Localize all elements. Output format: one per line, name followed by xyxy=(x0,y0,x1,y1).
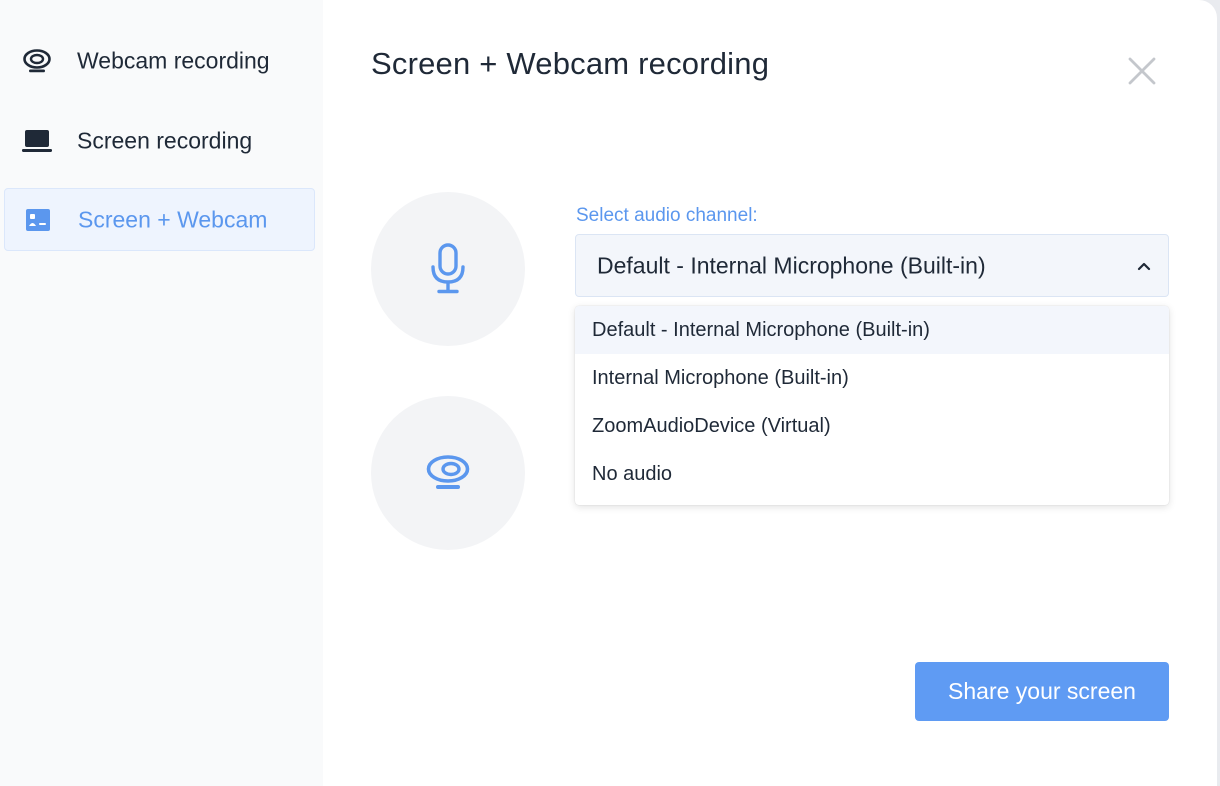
share-screen-button[interactable]: Share your screen xyxy=(915,662,1169,721)
audio-option-no-audio[interactable]: No audio xyxy=(575,450,1169,498)
laptop-icon xyxy=(21,125,53,157)
close-icon xyxy=(1128,57,1156,85)
audio-channel-label: Select audio channel: xyxy=(576,205,758,226)
audio-option-default-internal-mic[interactable]: Default - Internal Microphone (Built-in) xyxy=(575,306,1169,354)
chevron-up-icon xyxy=(1137,262,1151,270)
sidebar-item-webcam-recording[interactable]: Webcam recording xyxy=(4,29,315,92)
sidebar: Webcam recording Screen recording Screen… xyxy=(0,0,323,786)
close-button[interactable] xyxy=(1124,53,1160,89)
sidebar-item-label: Screen recording xyxy=(77,127,253,153)
microphone-indicator xyxy=(371,192,525,346)
audio-channel-dropdown: Default - Internal Microphone (Built-in)… xyxy=(575,306,1169,505)
webcam-indicator xyxy=(371,396,525,550)
recording-modal: Webcam recording Screen recording Screen… xyxy=(0,0,1217,786)
sidebar-item-screen-recording[interactable]: Screen recording xyxy=(4,109,315,172)
sidebar-item-screen-webcam[interactable]: Screen + Webcam xyxy=(4,188,315,251)
microphone-icon xyxy=(431,243,465,294)
audio-option-internal-mic[interactable]: Internal Microphone (Built-in) xyxy=(575,354,1169,402)
sidebar-item-label: Screen + Webcam xyxy=(78,206,268,232)
audio-channel-select[interactable]: Default - Internal Microphone (Built-in) xyxy=(575,234,1169,297)
screen-webcam-icon xyxy=(22,204,54,236)
audio-option-zoom-audio-device[interactable]: ZoomAudioDevice (Virtual) xyxy=(575,402,1169,450)
webcam-icon xyxy=(21,45,53,77)
audio-channel-selected-value: Default - Internal Microphone (Built-in) xyxy=(597,252,986,278)
webcam-icon xyxy=(426,455,470,489)
page-title: Screen + Webcam recording xyxy=(371,46,770,81)
sidebar-item-label: Webcam recording xyxy=(77,47,270,73)
